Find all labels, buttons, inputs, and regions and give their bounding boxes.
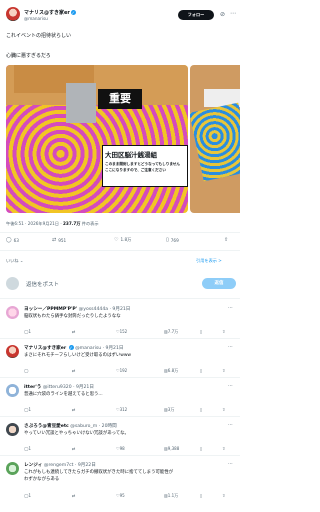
like-icon[interactable]: ♡ 98: [116, 446, 125, 451]
reply-actions: ◯ ⇄ ♡ 192 ▥ 6.8万 ▯ ⇧: [24, 368, 234, 375]
reply-icon[interactable]: ◯ 1: [24, 493, 31, 498]
avatar[interactable]: [6, 7, 20, 21]
repost-icon[interactable]: ⇄: [72, 368, 75, 373]
post-photo-2[interactable]: [190, 65, 240, 213]
reply-item[interactable]: さぶろう@青豆愛etc @saburo_m · 20時間 ⋯ やっていい冗談とや…: [6, 422, 236, 463]
more-icon[interactable]: ⋯: [228, 305, 233, 311]
reply-action[interactable]: ◯ 63: [6, 237, 19, 243]
avatar[interactable]: [6, 384, 19, 397]
reply-icon[interactable]: ◯: [24, 368, 28, 373]
quote-link[interactable]: 引用を表示 >: [196, 258, 222, 264]
divider: [0, 250, 240, 251]
like-icon[interactable]: ♡ 152: [116, 329, 127, 334]
repost-icon[interactable]: ⇄: [72, 446, 75, 451]
views-icon[interactable]: ▥ 1.1万: [164, 493, 178, 498]
reply-icon[interactable]: ◯ 1: [24, 407, 31, 412]
bookmark-icon[interactable]: ▯: [200, 493, 202, 498]
views-icon[interactable]: ▥ 6.8万: [164, 368, 178, 373]
like-icon[interactable]: ♡ 312: [116, 407, 127, 412]
views-icon[interactable]: ▥ 7.7万: [164, 329, 178, 334]
reply-icon[interactable]: ◯ 1: [24, 446, 31, 451]
photo-sign: 重要: [98, 89, 142, 109]
repost-icon[interactable]: ⇄: [72, 493, 75, 498]
divider: [0, 377, 240, 378]
like-icon: ♡: [114, 237, 119, 243]
share-icon[interactable]: ⇧: [222, 368, 225, 373]
verified-badge-icon: ✓: [68, 345, 74, 350]
reply-input[interactable]: 返信をポスト: [26, 280, 59, 288]
post-text-line1: これイベントの招待状らしい: [6, 33, 72, 39]
bookmark-icon[interactable]: ▯: [200, 407, 202, 412]
avatar[interactable]: [6, 462, 19, 475]
bookmark-icon[interactable]: ▯: [200, 446, 202, 451]
author-name[interactable]: マナリス@すき家er ✓: [24, 9, 76, 16]
like-action[interactable]: ♡ 1.8万: [114, 237, 131, 243]
like-icon[interactable]: ♡ 95: [116, 493, 125, 498]
share-action[interactable]: ⇧: [224, 237, 230, 243]
divider: [0, 298, 240, 299]
reply-icon: ◯: [6, 237, 12, 243]
avatar[interactable]: [6, 423, 19, 436]
divider: [0, 455, 240, 456]
avatar[interactable]: [6, 306, 19, 319]
share-icon[interactable]: ⇧: [222, 446, 225, 451]
reply-item[interactable]: レンジィ @rengem7ct · 9月22日 ⋯ これがもしも連続してきたらガ…: [6, 461, 236, 508]
reply-item[interactable]: ヨッシー／PPMMP'P'P' @yoss4444a · 9月21日 ⋯ 脳収状…: [6, 305, 236, 346]
bookmark-icon[interactable]: ▯: [200, 368, 202, 373]
grok-icon[interactable]: ⊘: [220, 11, 225, 18]
more-icon[interactable]: ⋯: [228, 344, 233, 350]
views-icon[interactable]: ▥ 3万: [164, 407, 174, 412]
post-text-line2: 心臓に悪すぎるだろ: [6, 53, 51, 59]
reply-actions: ◯ 1 ⇄ ♡ 95 ▥ 1.1万 ▯ ⇧: [24, 493, 234, 500]
reply-button[interactable]: 返信: [202, 278, 236, 289]
post-header: マナリス@すき家er ✓ @manarisu フォロー ⊘ ⋯: [6, 5, 236, 25]
follow-button[interactable]: フォロー: [178, 10, 214, 20]
like-icon[interactable]: ♡ 192: [116, 368, 127, 373]
share-icon[interactable]: ⇧: [222, 329, 225, 334]
more-icon[interactable]: ⋯: [228, 461, 233, 467]
reply-item[interactable]: マナリス@すき家er ✓ @manarisu · 9月21日 ⋯ まさにそれモチ…: [6, 344, 236, 385]
reply-composer: 返信をポスト 返信: [6, 276, 236, 292]
repost-action[interactable]: ⇄ 951: [52, 237, 66, 243]
bookmark-action[interactable]: ▯ 769: [166, 237, 179, 243]
divider: [0, 416, 240, 417]
view-count: 237.7万: [63, 221, 81, 226]
verified-badge-icon: ✓: [70, 10, 76, 15]
repost-icon[interactable]: ⇄: [72, 329, 75, 334]
bookmark-icon: ▯: [166, 237, 169, 243]
avatar[interactable]: [6, 345, 19, 358]
author-handle[interactable]: @manarisu: [24, 16, 48, 21]
reply-actions: ◯ 1 ⇄ ♡ 312 ▥ 3万 ▯ ⇧: [24, 407, 234, 414]
divider: [0, 338, 240, 339]
more-icon[interactable]: ⋯: [230, 10, 236, 17]
more-icon[interactable]: ⋯: [228, 422, 233, 428]
share-icon: ⇧: [224, 237, 229, 243]
share-icon[interactable]: ⇧: [222, 493, 225, 498]
divider: [0, 232, 240, 233]
repost-icon[interactable]: ⇄: [72, 407, 75, 412]
reply-icon[interactable]: ◯ 1: [24, 329, 31, 334]
photo-label: 大田区脳汁銭湯組 このまま開封しますとどうなってもしりません ここになりますので…: [102, 145, 188, 187]
avatar: [6, 277, 19, 290]
bookmark-icon[interactable]: ▯: [200, 329, 202, 334]
post-meta: 午後6:51 · 2026年9月21日 · 237.7万 件の表示: [6, 221, 99, 226]
more-icon[interactable]: ⋯: [228, 383, 233, 389]
relevance-filter[interactable]: いいね ⌄: [6, 258, 23, 264]
reply-actions: ◯ 1 ⇄ ♡ 98 ▥ 9,388 ▯ ⇧: [24, 446, 234, 453]
views-icon[interactable]: ▥ 9,388: [164, 446, 179, 451]
reply-actions: ◯ 1 ⇄ ♡ 152 ▥ 7.7万 ▯ ⇧: [24, 329, 234, 336]
share-icon[interactable]: ⇧: [222, 407, 225, 412]
reply-item[interactable]: itter'う @itteru9320 · 9月21日 ⋯ 普通に穴袋のラインを…: [6, 383, 236, 424]
post-photo-1[interactable]: 重要 大田区脳汁銭湯組 このまま開封しますとどうなってもしりません ここになりま…: [6, 65, 188, 213]
repost-icon: ⇄: [52, 237, 57, 243]
